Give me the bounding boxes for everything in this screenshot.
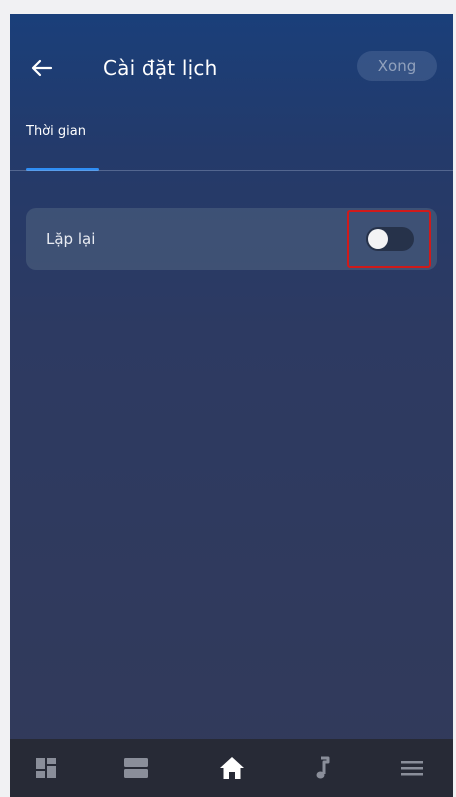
menu-icon	[401, 761, 423, 776]
phone-screen: Cài đặt lịch Xong Thời gian Lặp lại	[10, 14, 453, 797]
repeat-label: Lặp lại	[46, 230, 96, 248]
nav-item-home[interactable]	[202, 739, 262, 797]
repeat-setting-row: Lặp lại	[26, 208, 437, 270]
tab-divider	[10, 170, 453, 171]
app-header: Cài đặt lịch Xong	[10, 14, 453, 114]
list-blocks-icon	[124, 758, 148, 778]
back-button[interactable]	[28, 54, 56, 82]
nav-item-list[interactable]	[106, 739, 166, 797]
done-button[interactable]: Xong	[357, 51, 437, 81]
toggle-knob	[368, 229, 388, 249]
repeat-toggle[interactable]	[366, 227, 414, 251]
music-note-icon	[316, 756, 330, 779]
nav-item-dashboard[interactable]	[16, 739, 76, 797]
page-title: Cài đặt lịch	[103, 56, 218, 80]
bottom-nav-bar	[10, 739, 453, 797]
nav-item-music[interactable]	[292, 739, 352, 797]
arrow-left-icon	[31, 59, 53, 77]
tab-time[interactable]: Thời gian	[26, 122, 86, 142]
nav-item-menu[interactable]	[382, 739, 442, 797]
dashboard-grid-icon	[36, 758, 56, 778]
home-icon	[220, 757, 244, 779]
